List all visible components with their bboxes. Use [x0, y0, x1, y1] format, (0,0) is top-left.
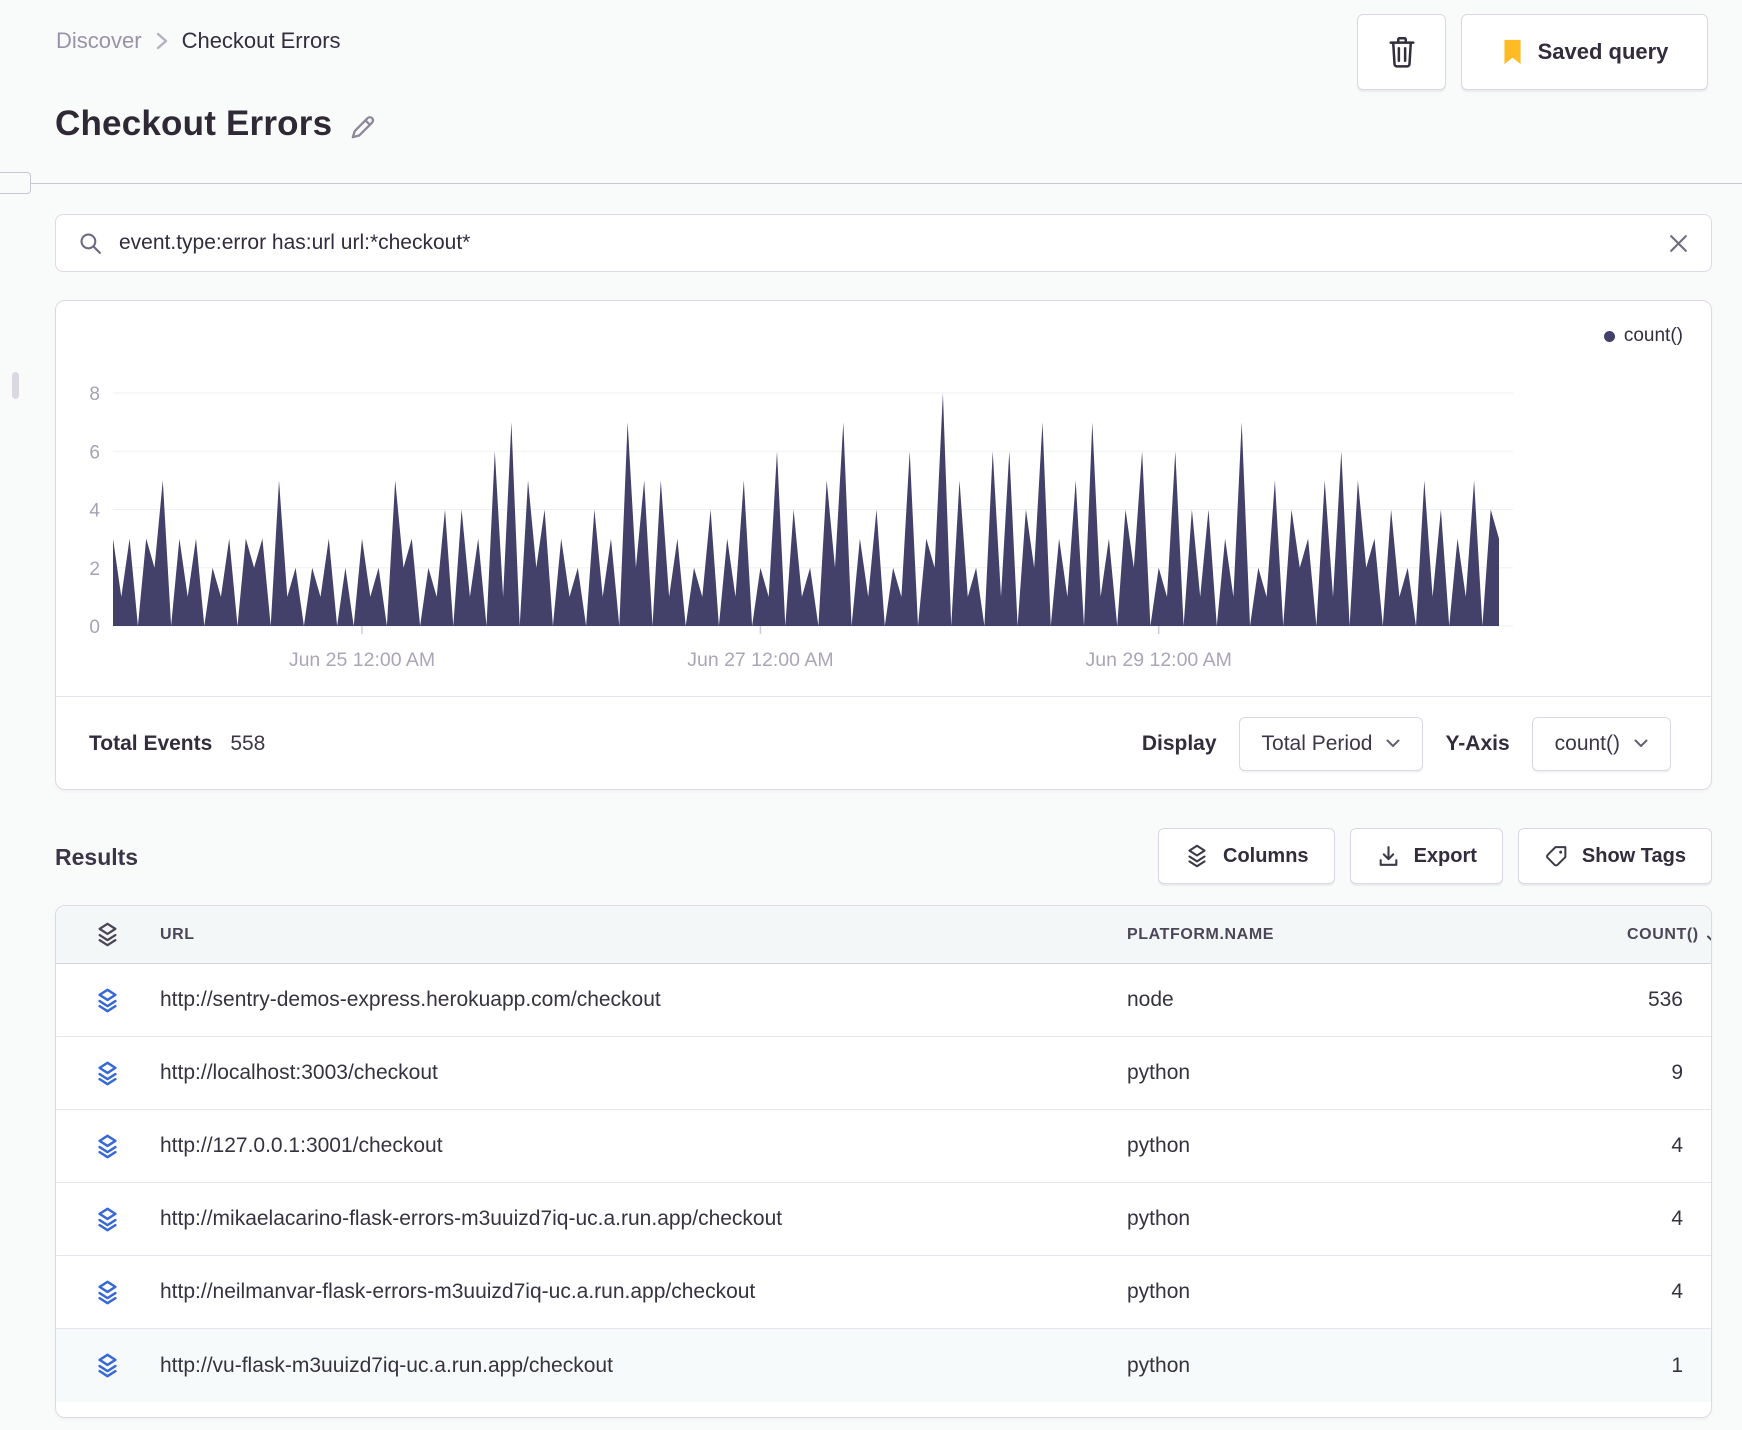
row-count: 9 [1671, 1061, 1683, 1084]
events-area-chart: 0 2 4 6 8 Jun 25 12:00 AM Jun 27 12:00 AM Jun 2… [89, 384, 1513, 671]
yaxis-label: Y-Axis [1445, 731, 1510, 755]
svg-text:Jun 29 12:00 AM: Jun 29 12:00 AM [1086, 649, 1232, 671]
section-divider [0, 183, 1742, 184]
open-stack-icon[interactable] [56, 1351, 160, 1380]
table-header-row: URL PLATFORM.NAME COUNT() [56, 906, 1711, 964]
column-header-platform[interactable]: PLATFORM.NAME [1127, 926, 1627, 944]
breadcrumb-discover-link[interactable]: Discover [56, 28, 142, 54]
open-stack-icon[interactable] [56, 1205, 160, 1234]
row-url[interactable]: http://sentry-demos-express.herokuapp.co… [160, 988, 1127, 1012]
yaxis-dropdown-value: count() [1554, 731, 1620, 755]
column-header-count[interactable]: COUNT() [1627, 925, 1711, 945]
bookmark-icon [1501, 38, 1524, 66]
table-row: http://sentry-demos-express.herokuapp.co… [56, 964, 1711, 1037]
edit-title-pencil-icon[interactable] [348, 113, 377, 142]
tag-icon [1545, 845, 1567, 866]
svg-text:2: 2 [89, 559, 100, 580]
row-url[interactable]: http://127.0.0.1:3001/checkout [160, 1134, 1127, 1158]
row-url[interactable]: http://mikaelacarino-flask-errors-m3uuiz… [160, 1207, 1127, 1231]
table-row: http://127.0.0.1:3001/checkout python 4 [56, 1110, 1711, 1183]
row-platform: python [1127, 1061, 1191, 1084]
row-platform: node [1127, 988, 1174, 1011]
svg-text:0: 0 [89, 617, 100, 638]
saved-query-button[interactable]: Saved query [1461, 14, 1708, 90]
legend-dot-icon [1603, 330, 1615, 342]
svg-text:6: 6 [89, 442, 100, 463]
results-table: URL PLATFORM.NAME COUNT() http://sentry-… [55, 905, 1712, 1418]
display-label: Display [1141, 731, 1217, 755]
total-events-label: Total Events [89, 731, 213, 755]
chevron-down-icon [1634, 739, 1648, 747]
table-row: http://neilmanvar-flask-errors-m3uuizd7i… [56, 1256, 1711, 1329]
display-dropdown[interactable]: Total Period [1238, 716, 1424, 771]
open-stack-icon[interactable] [56, 1132, 160, 1161]
search-query-text: event.type:error has:url url:*checkout* [119, 231, 471, 254]
row-url[interactable]: http://localhost:3003/checkout [160, 1061, 1127, 1085]
open-stack-icon[interactable] [56, 986, 160, 1015]
row-count: 4 [1671, 1280, 1683, 1303]
sort-desc-arrow-icon [1706, 935, 1711, 941]
total-events-value: 558 [230, 731, 266, 755]
export-button[interactable]: Export [1349, 828, 1503, 884]
legend-label: count() [1623, 325, 1683, 346]
svg-text:4: 4 [89, 501, 100, 522]
row-platform: python [1127, 1353, 1191, 1377]
delete-query-button[interactable] [1357, 14, 1446, 90]
chart-footer: Total Events 558 Display Total Period Y-… [56, 697, 1711, 790]
events-chart-panel: 0 2 4 6 8 Jun 25 12:00 AM Jun 27 12:00 AM Jun 2… [55, 300, 1712, 790]
open-stack-icon[interactable] [56, 1059, 160, 1088]
search-input[interactable]: event.type:error has:url url:*checkout* [55, 214, 1712, 272]
row-url[interactable]: http://neilmanvar-flask-errors-m3uuizd7i… [160, 1280, 1127, 1304]
table-row: http://mikaelacarino-flask-errors-m3uuiz… [56, 1183, 1711, 1256]
row-platform: python [1127, 1280, 1191, 1303]
search-icon [78, 231, 103, 256]
row-platform: python [1127, 1134, 1191, 1157]
row-count: 4 [1671, 1134, 1683, 1157]
breadcrumb-chevron-icon [156, 31, 168, 51]
results-heading: Results [55, 844, 139, 870]
row-url[interactable]: http://vu-flask-m3uuizd7iq-uc.a.run.app/… [160, 1354, 1127, 1378]
row-count: 536 [1647, 988, 1683, 1011]
display-dropdown-value: Total Period [1261, 731, 1373, 755]
layers-icon [1188, 844, 1206, 868]
open-stack-icon[interactable] [56, 1278, 160, 1307]
scrollbar-thumb[interactable] [12, 372, 19, 399]
header-stack-icon [56, 921, 160, 948]
row-count: 4 [1671, 1207, 1683, 1230]
trash-icon [1387, 35, 1417, 69]
row-platform: python [1127, 1207, 1191, 1230]
columns-button-label: Columns [1223, 844, 1309, 867]
breadcrumb: Discover Checkout Errors [56, 28, 341, 54]
sidebar-collapse-handle[interactable] [0, 172, 31, 194]
table-row: http://localhost:3003/checkout python 9 [56, 1037, 1711, 1110]
chevron-down-icon [1386, 739, 1400, 747]
download-icon [1379, 845, 1397, 866]
discover-page: Discover Checkout Errors Saved query Che… [0, 0, 1742, 1430]
clear-search-icon[interactable] [1668, 233, 1689, 254]
column-header-url[interactable]: URL [160, 926, 1127, 944]
row-count: 1 [1671, 1353, 1683, 1377]
svg-text:Jun 27 12:00 AM: Jun 27 12:00 AM [687, 649, 833, 671]
show-tags-button-label: Show Tags [1581, 844, 1686, 867]
saved-query-label: Saved query [1537, 39, 1669, 64]
page-title: Checkout Errors [55, 104, 333, 143]
export-button-label: Export [1413, 844, 1477, 867]
yaxis-dropdown[interactable]: count() [1531, 716, 1671, 771]
table-row: http://vu-flask-m3uuizd7iq-uc.a.run.app/… [56, 1329, 1711, 1402]
legend-count[interactable]: count() [1603, 325, 1683, 347]
svg-text:8: 8 [89, 384, 100, 405]
breadcrumb-current: Checkout Errors [181, 28, 341, 53]
show-tags-button[interactable]: Show Tags [1517, 828, 1712, 884]
columns-button[interactable]: Columns [1158, 828, 1335, 884]
svg-text:Jun 25 12:00 AM: Jun 25 12:00 AM [289, 649, 435, 671]
